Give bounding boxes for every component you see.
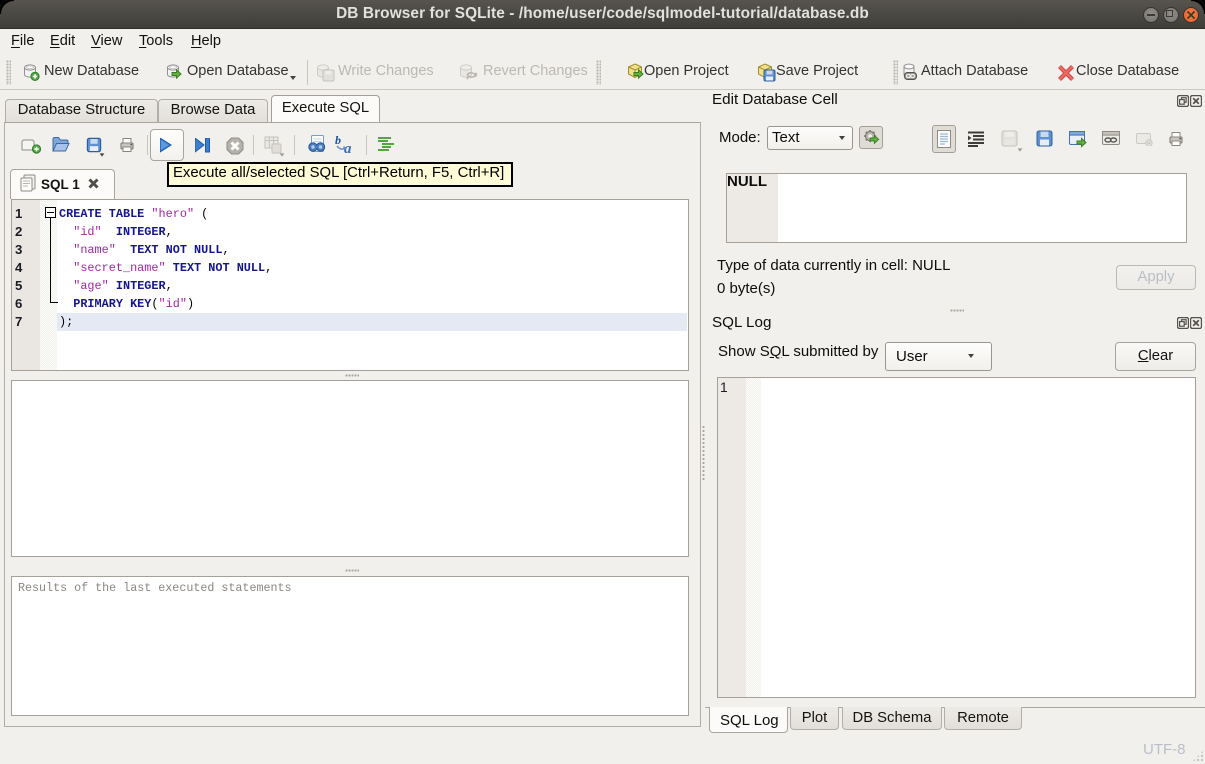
svg-text:b: b xyxy=(335,134,341,147)
